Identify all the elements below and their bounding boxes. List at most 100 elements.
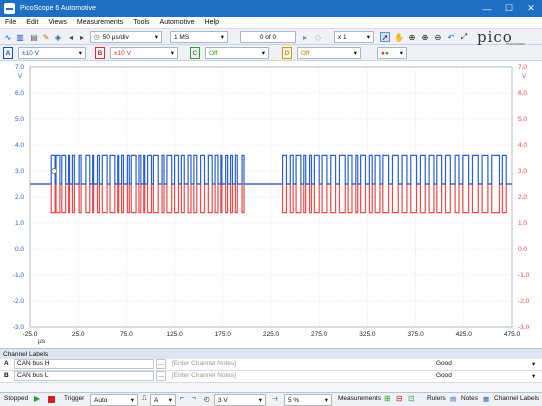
y-tick-label-right: 2.0 [518, 194, 527, 201]
select-pointer-icon[interactable]: ➚ [380, 32, 390, 42]
y-tick-label-right: -2.0 [518, 298, 530, 305]
chevron-down-icon: ▾ [324, 397, 328, 404]
play-icon[interactable]: ▶ [34, 394, 40, 403]
scope-mode-icon[interactable]: ∿ [3, 32, 13, 42]
notes-button[interactable]: Notes [461, 395, 478, 402]
channel-d-button[interactable]: D [282, 47, 292, 59]
buffer-next-icon[interactable]: ▸ [300, 32, 310, 42]
menu-measurements[interactable]: Measurements [72, 19, 128, 26]
open-file-icon[interactable]: ▤ [29, 32, 39, 42]
remove-measurement-icon[interactable]: ⊟ [396, 394, 403, 403]
zoom-out-icon[interactable]: ⊖ [433, 32, 443, 42]
y-tick-label-left: 6.0 [15, 90, 24, 97]
channel-labels-icon[interactable]: ▦ [483, 395, 489, 403]
menu-help[interactable]: Help [200, 19, 224, 26]
channel-a-range-select[interactable]: ±10 V ▾ [18, 47, 86, 59]
rulers-button[interactable]: Rulers [427, 395, 446, 402]
x-tick-label: 275.0 [311, 331, 328, 338]
notes-icon[interactable]: ▤ [450, 395, 456, 403]
menu-automotive[interactable]: Automotive [155, 19, 200, 26]
trigger-channel-select[interactable]: A ▾ [150, 394, 176, 406]
chevron-down-icon[interactable]: ▾ [532, 372, 535, 380]
row-channel-id: A [4, 360, 9, 367]
maximize-button[interactable]: ☐ [498, 0, 520, 17]
y-tick-label-left: -3.0 [13, 324, 25, 331]
undo-zoom-icon[interactable]: ↶ [446, 32, 456, 42]
y-tick-label-left: 0.0 [15, 246, 24, 253]
save-icon[interactable]: ◈ [53, 32, 63, 42]
chevron-down-icon[interactable]: ▾ [532, 360, 535, 368]
stop-icon[interactable] [48, 396, 55, 403]
channel-a-button[interactable]: A [3, 47, 13, 59]
status-bar: Stopped ▶ Trigger Auto ▾ ⎍ A ▾ ⌐ ¬ ◴ 3 V… [0, 392, 542, 406]
trigger-level-select[interactable]: 3 V ▾ [214, 394, 266, 406]
y-tick-label-right: 3.0 [518, 168, 527, 175]
buffer-navigator[interactable]: 0 of 0 [240, 31, 296, 43]
menu-edit[interactable]: Edit [21, 19, 43, 26]
hand-pan-icon[interactable]: ✋ [394, 32, 404, 42]
x-tick-label: 475.0 [504, 331, 521, 338]
channel-a-label-input[interactable]: CAN bus H [14, 359, 154, 369]
menu-bar: File Edit Views Measurements Tools Autom… [0, 17, 542, 29]
zoom-in-icon[interactable]: ⊕ [420, 32, 430, 42]
clock-icon: ◷ [94, 34, 100, 41]
chevron-down-icon: ▾ [399, 50, 403, 57]
pretrigger-icon[interactable]: ⊣ [272, 395, 278, 403]
scope-plot-area[interactable]: -25.0 25.0 75.0 125.0 175.0 225.0 275.0 325.0 37… [0, 61, 542, 348]
channel-b-notes-input[interactable]: [Enter Channel Notes] [172, 372, 428, 379]
channel-b-label-input[interactable]: CAN bus L [14, 371, 154, 381]
channel-b-range-select[interactable]: ±10 V ▾ [110, 47, 178, 59]
menu-views[interactable]: Views [43, 19, 72, 26]
timebase-select[interactable]: ◷ 50 µs/div ▾ [90, 31, 162, 43]
zoom-fit-icon[interactable]: ⤢ [459, 32, 469, 42]
zoom-factor-select[interactable]: x 1 ▾ [334, 31, 374, 43]
trigger-edge-icon[interactable]: ⎍ [142, 395, 147, 403]
title-bar: PicoScope 6 Automotive — ☐ ✕ [0, 0, 542, 17]
more-options-button[interactable]: … [156, 359, 166, 369]
channel-b-button[interactable]: B [95, 47, 105, 59]
falling-edge-icon[interactable]: ¬ [192, 395, 196, 402]
buffer-list-icon[interactable]: ◇ [313, 32, 323, 42]
x-tick-label: 25.0 [72, 331, 85, 338]
channel-c-button[interactable]: C [190, 47, 200, 59]
channel-labels-panel: Channel Labels A CAN bus H … [Enter Chan… [0, 348, 542, 392]
minimize-button[interactable]: — [476, 0, 498, 17]
arrow-left-icon[interactable]: ◂ [66, 32, 76, 42]
spectrum-mode-icon[interactable]: ▥ [15, 32, 25, 42]
y-tick-label-right: 6.0 [518, 90, 527, 97]
channel-b-status: Good [436, 372, 452, 379]
samples-select[interactable]: 1 MS ▾ [170, 31, 228, 43]
menu-tools[interactable]: Tools [128, 19, 154, 26]
trigger-mode-select[interactable]: Auto ▾ [90, 394, 138, 406]
chevron-down-icon: ▾ [366, 34, 370, 41]
channel-label-row: B CAN bus L … [Enter Channel Notes] Good… [0, 371, 542, 383]
channel-color-select[interactable]: ● ● ▾ [377, 47, 407, 59]
measurements-label[interactable]: Measurements [338, 395, 381, 402]
x-tick-label: 125.0 [166, 331, 183, 338]
add-measurement-icon[interactable]: ⊞ [384, 394, 391, 403]
menu-file[interactable]: File [0, 19, 21, 26]
chevron-down-icon: ▾ [261, 50, 265, 57]
chevron-down-icon: ▾ [130, 397, 134, 404]
y-tick-label-right: 5.0 [518, 116, 527, 123]
arrow-right-icon[interactable]: ▸ [77, 32, 87, 42]
app-logo-icon [4, 3, 15, 14]
zoom-region-icon[interactable]: ⊕ [407, 32, 417, 42]
edit-measurement-icon[interactable]: ⊡ [408, 394, 415, 403]
channel-a-status: Good [436, 360, 452, 367]
channel-d-range-select[interactable]: Off ▾ [297, 47, 361, 59]
close-button[interactable]: ✕ [520, 0, 542, 17]
channel-labels-button[interactable]: Channel Labels [494, 395, 539, 402]
rising-edge-icon[interactable]: ⌐ [180, 395, 184, 402]
x-tick-label: 225.0 [263, 331, 280, 338]
more-options-button[interactable]: … [156, 371, 166, 381]
channel-c-range-select[interactable]: Off ▾ [205, 47, 269, 59]
y-tick-label-right: 4.0 [518, 142, 527, 149]
y-tick-label-left: -2.0 [13, 298, 25, 305]
probe-icon[interactable]: ✎ [41, 32, 51, 42]
green-dot-icon: ● [384, 49, 389, 57]
channel-a-notes-input[interactable]: [Enter Channel Notes] [172, 360, 428, 367]
pretrigger-select[interactable]: 5 % ▾ [284, 394, 332, 406]
y-tick-label-right: 0.0 [518, 246, 527, 253]
trigger-settings-icon[interactable]: ◴ [204, 395, 210, 403]
